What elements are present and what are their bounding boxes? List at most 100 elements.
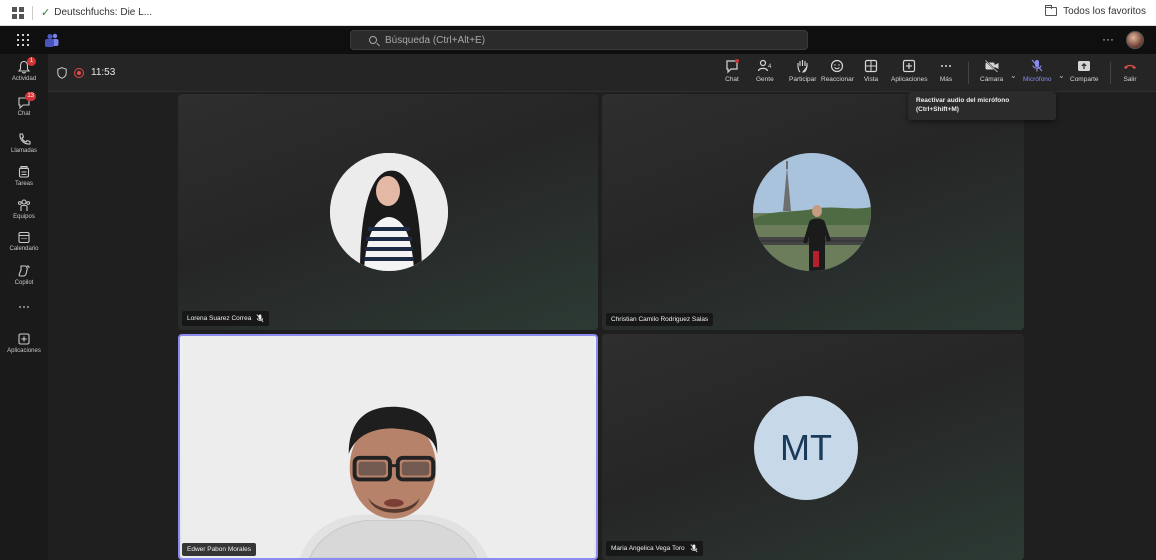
more-button[interactable]: Más	[938, 58, 954, 83]
smile-icon	[831, 59, 844, 73]
shield-icon[interactable]	[57, 67, 67, 79]
people-button[interactable]: 4 Gente	[756, 58, 774, 83]
avatar[interactable]	[1126, 31, 1144, 49]
rail-item-label: Aplicaciones	[7, 348, 41, 354]
bell-icon: 1	[17, 57, 36, 74]
mic-options-chevron-icon[interactable]: ⌄	[1058, 71, 1065, 80]
share-button[interactable]: Comparte	[1070, 58, 1099, 83]
rail-item-equipos[interactable]: Equipos	[0, 198, 48, 220]
participant-name-tag: Lorena Suarez Correa	[182, 311, 270, 326]
search-icon	[369, 36, 377, 44]
view-label: Vista	[863, 76, 879, 83]
participant-name: Maria Angelica Vega Toro	[611, 545, 685, 552]
camera-label: Cámara	[980, 76, 1004, 83]
leave-label: Salir	[1123, 76, 1137, 83]
view-button[interactable]: Vista	[863, 58, 879, 83]
chat-icon: 13	[17, 92, 36, 110]
muted-mic-icon	[256, 314, 264, 323]
ellipsis-icon	[941, 65, 951, 67]
video-frame-image	[181, 336, 595, 558]
rail-item-label: Chat	[17, 111, 31, 117]
recording-icon	[74, 68, 84, 78]
participant-name: Christian Camilo Rodriguez Salas	[611, 316, 709, 323]
rail-item-label: Calendario	[9, 246, 39, 252]
more-label: Más	[939, 76, 953, 83]
folder-icon	[1045, 5, 1058, 16]
participant-name: Lorena Suarez Correa	[187, 315, 252, 322]
controls-divider	[968, 62, 969, 84]
grid-view-icon	[864, 59, 878, 73]
all-favorites-link[interactable]: Todos los favoritos	[1045, 5, 1146, 17]
notification-badge: 1	[27, 57, 36, 66]
all-favorites-label: Todos los favoritos	[1063, 6, 1146, 17]
leave-button[interactable]: Salir	[1122, 58, 1138, 83]
meeting-timer: 11:53	[91, 67, 116, 78]
rail-item-tareas[interactable]: Tareas	[0, 165, 48, 187]
bookmark-favicon-icon: ✓	[41, 7, 51, 19]
search-placeholder: Búsqueda (Ctrl+Alt+E)	[385, 34, 486, 46]
camera-options-chevron-icon[interactable]: ⌄	[1010, 71, 1017, 80]
rail-item-llamadas[interactable]: Llamadas	[0, 132, 48, 154]
rail-item-label: Tareas	[14, 181, 33, 187]
react-button[interactable]: Reaccionar	[821, 58, 854, 83]
camera-button[interactable]: Cámara	[980, 58, 1003, 83]
add-app-icon	[903, 59, 916, 73]
settings-more-icon[interactable]: ···	[1102, 32, 1114, 46]
svg-text:4: 4	[768, 64, 772, 70]
share-label: Comparte	[1070, 76, 1099, 83]
participant-name-tag: Christian Camilo Rodriguez Salas	[606, 313, 714, 326]
rail-item-aplicaciones[interactable]: Aplicaciones	[0, 332, 48, 354]
phone-icon	[17, 132, 31, 146]
apps-button[interactable]: Aplicaciones	[891, 58, 928, 83]
participant-photo	[330, 153, 448, 271]
people-label: Gente	[756, 76, 774, 83]
apps-grid-icon[interactable]	[12, 6, 24, 19]
apps-plus-icon	[17, 332, 31, 346]
teams-icon	[17, 198, 31, 212]
initials-avatar: MT	[754, 396, 858, 500]
participant-name-tag: Maria Angelica Vega Toro	[606, 541, 703, 556]
participant-tile[interactable]: Lorena Suarez Correa	[178, 94, 598, 330]
chat-label: Chat	[725, 76, 739, 83]
profile-photo-image	[330, 153, 448, 271]
chat-button[interactable]: Chat	[724, 58, 740, 83]
notification-badge: 13	[25, 92, 36, 101]
teams-titlebar: Búsqueda (Ctrl+Alt+E) ···	[0, 26, 1156, 54]
rail-item-label: Equipos	[13, 214, 35, 220]
participant-name-tag: Edwer Pabon Morales	[182, 543, 256, 556]
participant-tile[interactable]: MT Maria Angelica Vega Toro	[602, 334, 1024, 560]
rail-item-calendario[interactable]: Calendario	[0, 230, 48, 252]
microphone-tooltip: Reactivar audio del micrófono (Ctrl+Shif…	[908, 92, 1056, 120]
more-icon	[17, 300, 31, 314]
meeting-controls-bar: 11:53 Chat 4 Gente Participar Reaccionar…	[48, 54, 1156, 120]
participant-video-tile[interactable]: Edwer Pabon Morales	[178, 334, 598, 560]
participant-video	[180, 336, 596, 558]
bookmark-link[interactable]: Deutschfuchs: Die L...	[54, 7, 152, 18]
participant-tile[interactable]: Christian Camilo Rodriguez Salas	[602, 94, 1024, 330]
microphone-button[interactable]: Micrófono	[1023, 58, 1052, 83]
profile-photo-image	[753, 153, 871, 271]
chat-icon	[726, 59, 739, 74]
participant-photo	[753, 153, 871, 271]
mic-off-icon	[1031, 59, 1043, 72]
rail-item-label: Llamadas	[10, 148, 37, 154]
participant-name: Edwer Pabon Morales	[187, 546, 251, 553]
people-icon: 4	[757, 59, 772, 72]
camera-off-icon	[984, 59, 999, 73]
controls-divider	[1110, 62, 1111, 84]
copilot-icon	[17, 264, 31, 278]
search-input[interactable]: Búsqueda (Ctrl+Alt+E)	[350, 30, 808, 50]
tooltip-line-1: Reactivar audio del micrófono	[916, 97, 1010, 104]
app-launcher-icon[interactable]	[17, 34, 29, 46]
raise-hand-button[interactable]: Participar	[789, 58, 816, 83]
rail-item-chat[interactable]: 13 Chat	[0, 92, 48, 117]
rail-item-copilot[interactable]: Copilot	[0, 264, 48, 286]
muted-mic-icon	[690, 544, 698, 553]
meeting-stage: Lorena Suarez Correa Christian Camilo Ro…	[48, 92, 1156, 560]
hand-icon	[797, 60, 808, 73]
share-screen-icon	[1078, 61, 1091, 71]
rail-item-label: Actividad	[11, 76, 37, 82]
bookmark-divider	[32, 5, 33, 20]
rail-item-actividad[interactable]: 1 Actividad	[0, 57, 48, 82]
rail-item-more[interactable]	[0, 300, 48, 316]
